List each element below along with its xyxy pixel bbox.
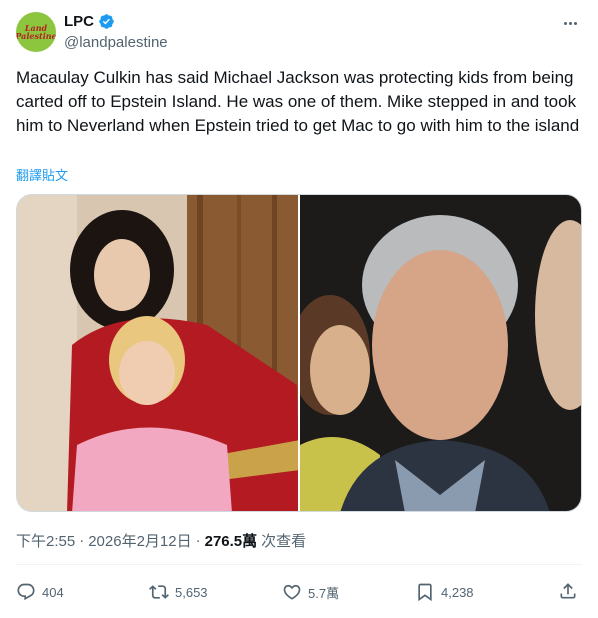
divider — [16, 564, 582, 565]
display-name[interactable]: LPC — [64, 13, 94, 30]
reply-button[interactable]: 404 — [16, 582, 149, 602]
reply-count: 404 — [42, 584, 64, 600]
media-grid[interactable] — [16, 194, 582, 512]
avatar-logo: Land Palestine — [16, 24, 56, 40]
action-bar: 404 5,653 5.7萬 4,238 — [16, 576, 582, 608]
retweet-count: 5,653 — [175, 584, 208, 600]
photo-image — [300, 195, 581, 511]
heart-icon — [283, 584, 301, 600]
photo-epstein[interactable] — [300, 195, 581, 511]
like-count: 5.7萬 — [308, 585, 340, 601]
more-options-icon[interactable] — [558, 14, 582, 32]
avatar[interactable]: Land Palestine — [16, 12, 56, 52]
reply-icon — [17, 583, 35, 601]
name-row: LPC — [64, 13, 115, 30]
tweet-meta: 下午2:55 · 2026年2月12日 · 276.5萬 次查看 — [16, 530, 306, 551]
tweet-date[interactable]: 2026年2月12日 — [88, 530, 191, 551]
tweet-header: Land Palestine LPC @landpalestine — [16, 12, 582, 52]
retweet-icon — [149, 585, 169, 599]
translate-link[interactable]: 翻譯貼文 — [16, 165, 68, 184]
meta-separator: · — [195, 532, 201, 549]
verified-badge-icon — [99, 14, 114, 29]
view-label: 次查看 — [261, 533, 307, 550]
tweet-text: Macaulay Culkin has said Michael Jackson… — [16, 68, 580, 135]
avatar-logo-line2: Palestine — [16, 31, 56, 41]
photo-image — [17, 195, 298, 511]
meta-separator: · — [79, 532, 85, 549]
tweet-time[interactable]: 下午2:55 — [16, 530, 75, 551]
handle[interactable]: @landpalestine — [64, 34, 168, 51]
bookmark-count: 4,238 — [441, 584, 474, 600]
bookmark-icon — [418, 583, 432, 602]
photo-michael-and-macaulay[interactable] — [17, 195, 298, 511]
view-count[interactable]: 276.5萬 — [205, 530, 258, 551]
share-button[interactable] — [558, 581, 578, 606]
share-icon — [560, 583, 576, 599]
retweet-button[interactable]: 5,653 — [149, 582, 282, 602]
like-button[interactable]: 5.7萬 — [282, 582, 415, 602]
bookmark-button[interactable]: 4,238 — [415, 582, 548, 602]
